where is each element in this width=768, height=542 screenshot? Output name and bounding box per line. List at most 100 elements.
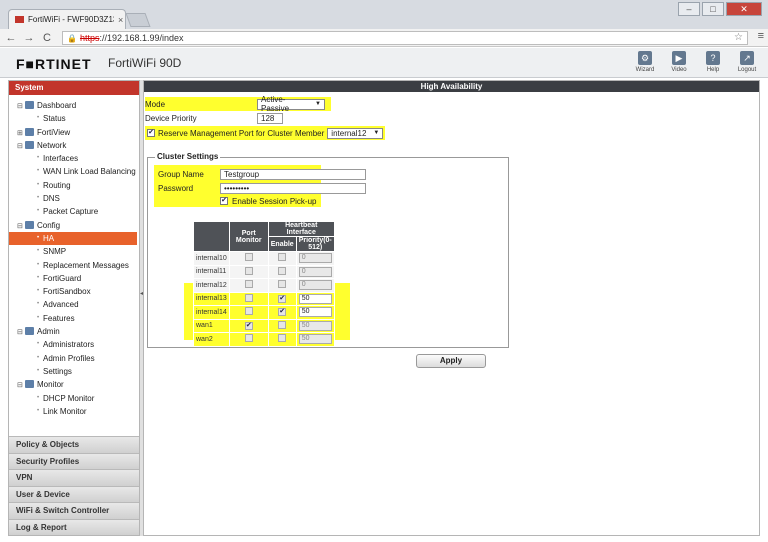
heartbeat-enable-checkbox[interactable]: ✔ xyxy=(278,308,287,317)
sidebar-section-policy-objects[interactable]: Policy & Objects xyxy=(9,436,139,453)
port-monitor-cell xyxy=(228,305,269,320)
expand-toggle-icon[interactable]: ⊟ xyxy=(17,220,25,233)
port-monitor-checkbox[interactable] xyxy=(244,266,253,275)
priority-cell: 50 xyxy=(295,291,335,306)
sidebar-item-fortiguard[interactable]: • FortiGuard xyxy=(9,272,139,285)
sidebar-item-dhcp-monitor[interactable]: • DHCP Monitor xyxy=(9,392,139,405)
browser-tab[interactable]: FortiWiFi - FWF90D3Z130 × xyxy=(8,9,126,29)
sidebar-item-interfaces[interactable]: • Interfaces xyxy=(9,152,139,165)
bullet-icon: • xyxy=(37,288,40,295)
sidebar-item-label: Dashboard xyxy=(37,101,77,110)
sidebar-item-link-monitor[interactable]: • Link Monitor xyxy=(9,405,139,418)
new-tab-button[interactable] xyxy=(125,13,151,27)
heartbeat-priority-input[interactable]: 0 xyxy=(298,266,332,277)
back-icon[interactable]: ← xyxy=(4,32,18,44)
sidebar-section-security-profiles[interactable]: Security Profiles xyxy=(9,452,139,469)
sidebar-item-admin[interactable]: ⊟ Admin xyxy=(9,325,139,338)
sidebar-item-advanced[interactable]: • Advanced xyxy=(9,298,139,311)
port-monitor-checkbox[interactable] xyxy=(244,307,253,316)
heartbeat-enable-checkbox[interactable] xyxy=(278,320,287,329)
apply-button[interactable]: Apply xyxy=(416,354,486,368)
session-pickup-checkbox[interactable]: ✔ xyxy=(220,197,228,205)
sidebar-item-ha[interactable]: • HA xyxy=(9,231,137,246)
heartbeat-enable-cell: ✔ xyxy=(267,291,297,306)
sidebar-item-label: WAN Link Load Balancing xyxy=(43,167,136,177)
reserve-checkbox[interactable]: ✔ xyxy=(147,129,155,137)
folder-icon xyxy=(25,140,34,149)
close-window-button[interactable]: ✕ xyxy=(726,2,762,16)
heartbeat-priority-input[interactable]: 0 xyxy=(298,280,332,291)
sidebar-item-label: FortiView xyxy=(37,127,71,137)
port-monitor-checkbox[interactable] xyxy=(244,253,253,262)
tab-close-icon[interactable]: × xyxy=(118,15,123,25)
sidebar-item-fortisandbox[interactable]: • FortiSandbox xyxy=(9,285,139,298)
group-name-input[interactable]: Testgroup xyxy=(220,168,366,180)
sidebar-item-admin-profiles[interactable]: • Admin Profiles xyxy=(9,352,139,365)
heartbeat-priority-input[interactable]: 50 xyxy=(298,307,332,318)
sidebar-section-log-report[interactable]: Log & Report xyxy=(9,518,139,535)
sidebar-item-monitor[interactable]: ⊟ Monitor xyxy=(9,378,139,391)
sidebar-item-dns[interactable]: • DNS xyxy=(9,192,139,205)
heartbeat-enable-checkbox[interactable] xyxy=(278,280,287,289)
priority-input[interactable]: 128 xyxy=(257,112,283,124)
expand-toggle-icon[interactable]: ⊟ xyxy=(17,100,25,113)
sidebar-item-wan-link-load-balancing[interactable]: • WAN Link Load Balancing xyxy=(9,165,139,178)
reserve-port-select[interactable]: internal12 ▼ xyxy=(327,127,384,139)
minimize-button[interactable]: – xyxy=(678,2,700,16)
wizard-button[interactable]: ⚙ Wizard xyxy=(634,51,656,73)
sidebar-item-label: DHCP Monitor xyxy=(43,393,95,403)
video-button[interactable]: ▶ Video xyxy=(668,51,690,73)
sidebar-title[interactable]: System xyxy=(9,81,139,95)
sidebar-section-vpn[interactable]: VPN xyxy=(9,469,139,486)
forward-icon[interactable]: → xyxy=(22,32,36,44)
port-monitor-cell: ✔ xyxy=(228,318,269,333)
bullet-icon: • xyxy=(37,168,40,175)
help-button[interactable]: ? Help xyxy=(702,51,724,73)
heartbeat-priority-input[interactable]: 0 xyxy=(298,253,332,264)
url-input[interactable]: 🔒 https ://192.168.1.99/index ☆ xyxy=(62,31,748,45)
port-monitor-checkbox[interactable] xyxy=(244,293,253,302)
port-monitor-cell xyxy=(228,264,269,279)
heartbeat-priority-input[interactable]: 50 xyxy=(298,293,332,304)
browser-menu-icon[interactable]: ≡ xyxy=(758,30,764,42)
interface-name: internal11 xyxy=(193,264,230,279)
logout-button[interactable]: ↗ Logout xyxy=(736,51,758,73)
sidebar-item-dashboard[interactable]: ⊟ Dashboard xyxy=(9,99,139,112)
expand-toggle-icon[interactable]: ⊟ xyxy=(17,140,25,153)
sidebar-item-label: DNS xyxy=(43,194,60,204)
bullet-icon: • xyxy=(37,248,40,255)
sidebar-item-administrators[interactable]: • Administrators xyxy=(9,338,139,351)
password-input[interactable]: ••••••••• xyxy=(220,182,366,194)
heartbeat-enable-checkbox[interactable] xyxy=(278,266,287,275)
sidebar-item-config[interactable]: ⊟ Config xyxy=(9,219,139,232)
sidebar-item-features[interactable]: • Features xyxy=(9,312,139,325)
expand-toggle-icon[interactable]: ⊟ xyxy=(17,379,25,392)
heartbeat-priority-input[interactable]: 50 xyxy=(298,320,332,331)
bookmark-star-icon[interactable]: ☆ xyxy=(734,32,743,43)
sidebar-item-routing[interactable]: • Routing xyxy=(9,179,139,192)
sidebar-item-snmp[interactable]: • SNMP xyxy=(9,245,139,258)
sidebar-item-fortiview[interactable]: ⊞ FortiView xyxy=(9,126,139,139)
expand-toggle-icon[interactable]: ⊟ xyxy=(17,326,25,339)
sidebar-item-packet-capture[interactable]: • Packet Capture xyxy=(9,205,139,218)
table-row: wan1 ✔ 50 xyxy=(193,318,335,333)
port-monitor-checkbox[interactable]: ✔ xyxy=(244,321,253,330)
port-monitor-checkbox[interactable] xyxy=(244,334,253,343)
heartbeat-priority-input[interactable]: 50 xyxy=(298,334,332,345)
heartbeat-enable-checkbox[interactable] xyxy=(278,253,287,262)
reload-icon[interactable]: C xyxy=(40,32,54,44)
sidebar-item-replacement-messages[interactable]: • Replacement Messages xyxy=(9,259,139,272)
expand-toggle-icon[interactable]: ⊞ xyxy=(17,127,25,140)
heartbeat-header: Heartbeat Interface xyxy=(267,221,335,237)
mode-select[interactable]: Active-Passive ▼ xyxy=(257,95,325,113)
heartbeat-enable-checkbox[interactable] xyxy=(278,334,287,343)
sidebar-section-user-device[interactable]: User & Device xyxy=(9,485,139,502)
restore-button[interactable]: □ xyxy=(702,2,724,16)
sidebar-item-network[interactable]: ⊟ Network xyxy=(9,139,139,152)
heartbeat-enable-checkbox[interactable]: ✔ xyxy=(278,294,287,303)
sidebar-item-settings[interactable]: • Settings xyxy=(9,365,139,378)
sidebar-item-status[interactable]: • Status xyxy=(9,112,139,125)
priority-cell: 0 xyxy=(295,264,335,279)
sidebar-section-wifi-switch-controller[interactable]: WiFi & Switch Controller xyxy=(9,502,139,519)
port-monitor-checkbox[interactable] xyxy=(244,280,253,289)
